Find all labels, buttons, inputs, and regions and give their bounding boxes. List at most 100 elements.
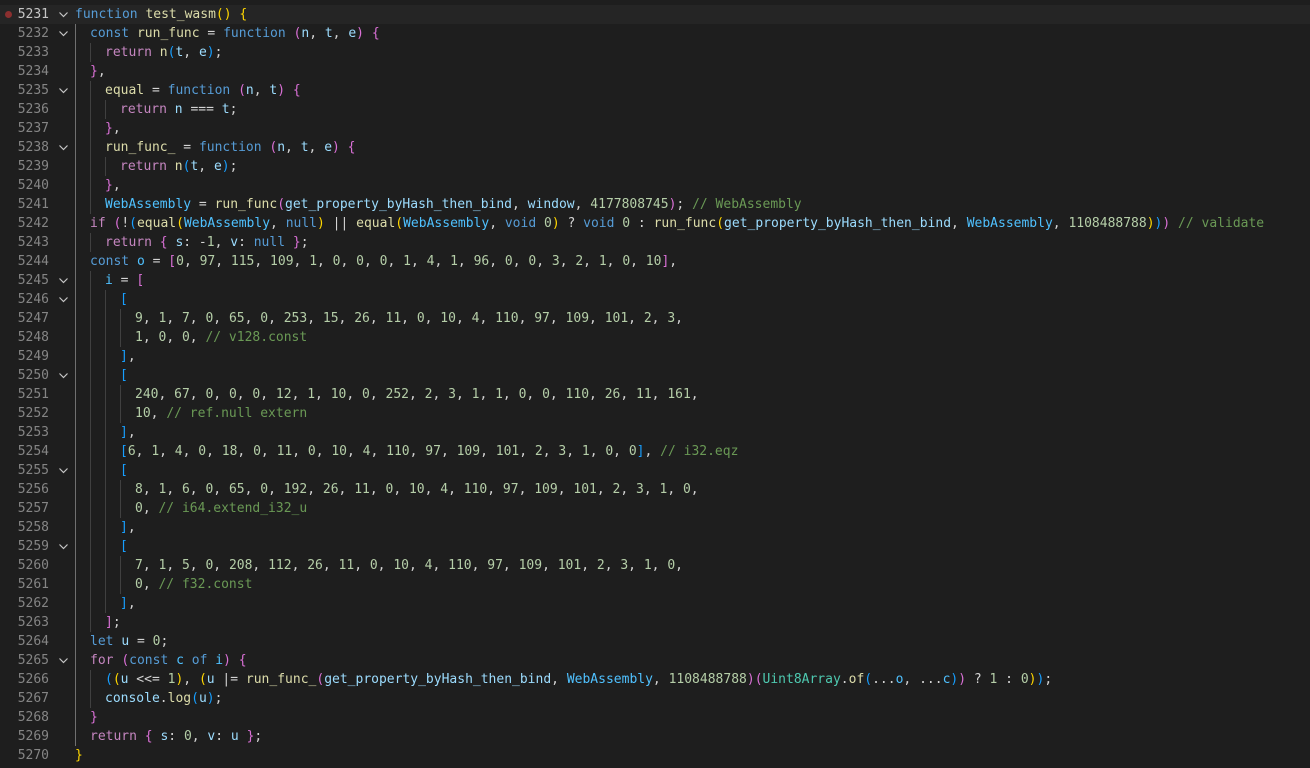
chevron-down-icon[interactable]: [58, 655, 69, 666]
code-text[interactable]: return n(t, e);: [120, 157, 237, 176]
code-line[interactable]: 5241 WebAssembly = run_func(get_property_…: [0, 195, 1310, 214]
line-number[interactable]: 5265: [0, 651, 49, 670]
code-text[interactable]: 240, 67, 0, 0, 0, 12, 1, 10, 0, 252, 2, …: [135, 385, 699, 404]
line-number[interactable]: 5254: [0, 442, 49, 461]
line-number[interactable]: 5243: [0, 233, 49, 252]
code-text[interactable]: return { s: -1, v: null };: [105, 233, 309, 252]
code-line[interactable]: 5259 [: [0, 537, 1310, 556]
line-number[interactable]: 5247: [0, 309, 49, 328]
line-number[interactable]: 5245: [0, 271, 49, 290]
code-line[interactable]: 5265 for (const c of i) {: [0, 651, 1310, 670]
code-line[interactable]: 5240},: [0, 176, 1310, 195]
code-line[interactable]: 5245 i = [: [0, 271, 1310, 290]
line-number[interactable]: 5261: [0, 575, 49, 594]
line-number[interactable]: 5270: [0, 746, 49, 765]
line-number[interactable]: 5235: [0, 81, 49, 100]
code-line[interactable]: 5238 run_func_ = function (n, t, e) {: [0, 138, 1310, 157]
code-line[interactable]: 5252 10, // ref.null extern: [0, 404, 1310, 423]
code-line[interactable]: 5232 const run_func = function (n, t, e) …: [0, 24, 1310, 43]
code-line[interactable]: 5263];: [0, 613, 1310, 632]
code-text[interactable]: 10, // ref.null extern: [135, 404, 307, 423]
code-text[interactable]: let u = 0;: [90, 632, 168, 651]
code-line[interactable]: 5250 [: [0, 366, 1310, 385]
code-line[interactable]: 5264 let u = 0;: [0, 632, 1310, 651]
code-text[interactable]: }: [75, 746, 83, 765]
line-number[interactable]: 5234: [0, 62, 49, 81]
code-line[interactable]: 5247 9, 1, 7, 0, 65, 0, 253, 15, 26, 11, …: [0, 309, 1310, 328]
code-text[interactable]: },: [90, 62, 106, 81]
code-line[interactable]: 5254 [6, 1, 4, 0, 18, 0, 11, 0, 10, 4, 11…: [0, 442, 1310, 461]
chevron-down-icon[interactable]: [58, 85, 69, 96]
line-number[interactable]: 5249: [0, 347, 49, 366]
line-number[interactable]: 5233: [0, 43, 49, 62]
code-text[interactable]: return { s: 0, v: u };: [90, 727, 262, 746]
code-line[interactable]: 5249],: [0, 347, 1310, 366]
code-text[interactable]: 7, 1, 5, 0, 208, 112, 26, 11, 0, 10, 4, …: [135, 556, 683, 575]
line-number[interactable]: 5253: [0, 423, 49, 442]
code-text[interactable]: const o = [0, 97, 115, 109, 1, 0, 0, 0, …: [90, 252, 677, 271]
chevron-down-icon[interactable]: [58, 9, 69, 20]
line-number[interactable]: 5268: [0, 708, 49, 727]
code-text[interactable]: [: [120, 461, 128, 480]
line-number[interactable]: 5256: [0, 480, 49, 499]
line-number[interactable]: 5255: [0, 461, 49, 480]
code-text[interactable]: return n === t;: [120, 100, 237, 119]
line-number[interactable]: 5259: [0, 537, 49, 556]
code-text[interactable]: for (const c of i) {: [90, 651, 247, 670]
code-editor[interactable]: 5231 function test_wasm() {5232 const run_…: [0, 0, 1310, 768]
line-number[interactable]: 5236: [0, 100, 49, 119]
code-text[interactable]: 0, // i64.extend_i32_u: [135, 499, 307, 518]
code-text[interactable]: run_func_ = function (n, t, e) {: [105, 138, 356, 157]
code-line[interactable]: 5251 240, 67, 0, 0, 0, 12, 1, 10, 0, 252,…: [0, 385, 1310, 404]
line-number[interactable]: 5257: [0, 499, 49, 518]
code-text[interactable]: function test_wasm() {: [75, 5, 247, 24]
code-line[interactable]: 5236 return n === t;: [0, 100, 1310, 119]
code-line[interactable]: 5257 0, // i64.extend_i32_u: [0, 499, 1310, 518]
code-text[interactable]: [: [120, 537, 128, 556]
line-number[interactable]: 5266: [0, 670, 49, 689]
code-line[interactable]: 5268}: [0, 708, 1310, 727]
line-number[interactable]: 5238: [0, 138, 49, 157]
line-number[interactable]: 5246: [0, 290, 49, 309]
chevron-down-icon[interactable]: [58, 294, 69, 305]
code-text[interactable]: i = [: [105, 271, 144, 290]
code-line[interactable]: 5235 equal = function (n, t) {: [0, 81, 1310, 100]
code-text[interactable]: 9, 1, 7, 0, 65, 0, 253, 15, 26, 11, 0, 1…: [135, 309, 683, 328]
code-line[interactable]: 5269 return { s: 0, v: u };: [0, 727, 1310, 746]
line-number[interactable]: 5251: [0, 385, 49, 404]
code-line[interactable]: 5260 7, 1, 5, 0, 208, 112, 26, 11, 0, 10,…: [0, 556, 1310, 575]
code-line[interactable]: 5239 return n(t, e);: [0, 157, 1310, 176]
code-line[interactable]: 5261 0, // f32.const: [0, 575, 1310, 594]
code-text[interactable]: ],: [120, 347, 136, 366]
code-line[interactable]: 5231 function test_wasm() {: [0, 5, 1310, 24]
line-number[interactable]: 5252: [0, 404, 49, 423]
code-line[interactable]: 5266 ((u <<= 1), (u |= run_func_(get_prop…: [0, 670, 1310, 689]
code-text[interactable]: console.log(u);: [105, 689, 222, 708]
chevron-down-icon[interactable]: [58, 541, 69, 552]
code-text[interactable]: ];: [105, 613, 121, 632]
line-number[interactable]: 5250: [0, 366, 49, 385]
line-number[interactable]: 5267: [0, 689, 49, 708]
line-number[interactable]: 5248: [0, 328, 49, 347]
code-line[interactable]: 5248 1, 0, 0, // v128.const: [0, 328, 1310, 347]
line-number[interactable]: 5241: [0, 195, 49, 214]
code-text[interactable]: 1, 0, 0, // v128.const: [135, 328, 307, 347]
chevron-down-icon[interactable]: [58, 275, 69, 286]
code-text[interactable]: [6, 1, 4, 0, 18, 0, 11, 0, 10, 4, 110, 9…: [120, 442, 738, 461]
code-line[interactable]: 5253],: [0, 423, 1310, 442]
line-number[interactable]: 5237: [0, 119, 49, 138]
code-text[interactable]: 0, // f32.const: [135, 575, 252, 594]
line-number[interactable]: 5262: [0, 594, 49, 613]
chevron-down-icon[interactable]: [58, 28, 69, 39]
code-line[interactable]: 5258],: [0, 518, 1310, 537]
code-line[interactable]: 5233 return n(t, e);: [0, 43, 1310, 62]
code-text[interactable]: equal = function (n, t) {: [105, 81, 301, 100]
line-number[interactable]: 5232: [0, 24, 49, 43]
line-number[interactable]: 5264: [0, 632, 49, 651]
code-text[interactable]: if (!(equal(WebAssembly, null) || equal(…: [90, 214, 1264, 233]
code-text[interactable]: },: [105, 176, 121, 195]
code-line[interactable]: 5234},: [0, 62, 1310, 81]
chevron-down-icon[interactable]: [58, 465, 69, 476]
line-number[interactable]: 5244: [0, 252, 49, 271]
code-text[interactable]: ],: [120, 518, 136, 537]
